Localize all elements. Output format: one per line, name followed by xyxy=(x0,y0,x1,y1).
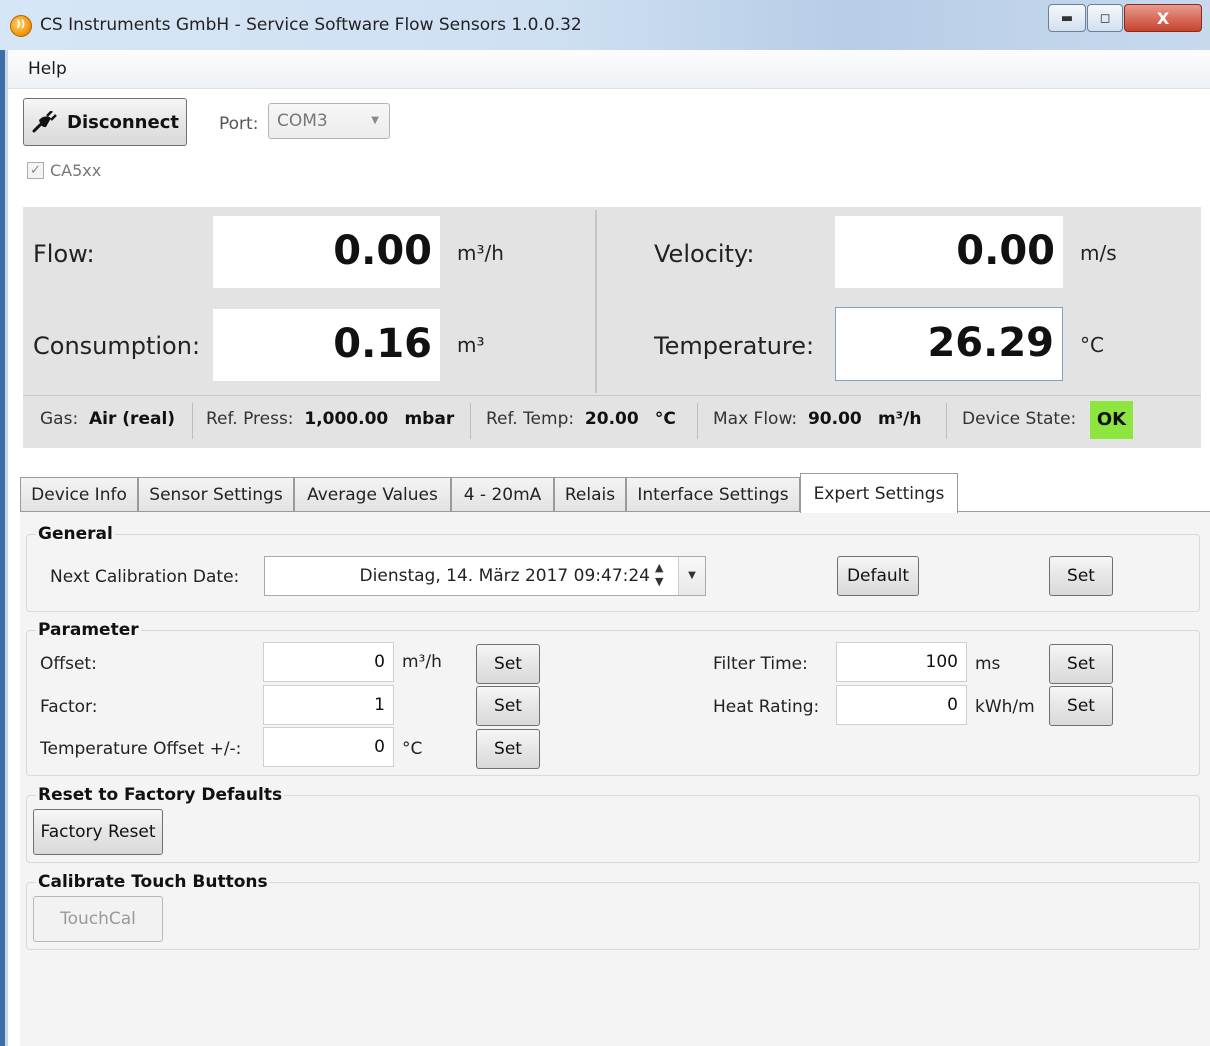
flow-label: Flow: xyxy=(33,240,95,268)
factor-input[interactable]: 1 xyxy=(263,685,394,725)
max-flow-value: 90.00 xyxy=(807,409,862,429)
offset-unit: m³/h xyxy=(402,652,442,672)
status-separator xyxy=(470,403,471,439)
tab-device-info[interactable]: Device Info xyxy=(20,477,138,511)
temperature-unit: °C xyxy=(1080,333,1104,357)
close-icon[interactable]: X xyxy=(1124,4,1202,32)
ref-press-status: Ref. Press: 1,000.00 mbar xyxy=(206,409,454,429)
status-separator xyxy=(946,403,947,439)
tab-relais[interactable]: Relais xyxy=(554,477,626,511)
velocity-unit: m/s xyxy=(1080,241,1117,265)
plug-icon xyxy=(32,111,57,133)
temperature-label: Temperature: xyxy=(654,332,815,360)
velocity-value: 0.00 xyxy=(835,216,1063,288)
heat-rating-unit: kWh/m xyxy=(975,697,1035,717)
ref-temp-status: Ref. Temp: 20.00 °C xyxy=(486,409,676,429)
port-label: Port: xyxy=(219,114,259,134)
set-heat-rating-button[interactable]: Set xyxy=(1049,686,1113,726)
default-button[interactable]: Default xyxy=(837,556,919,596)
ref-temp-unit: °C xyxy=(654,409,676,429)
heat-rating-input[interactable]: 0 xyxy=(836,685,967,725)
general-title: General xyxy=(36,524,115,544)
flow-value: 0.00 xyxy=(213,216,440,288)
flow-unit: m³/h xyxy=(457,241,504,265)
calendar-dropdown-icon[interactable]: ▼ xyxy=(678,557,705,595)
gas-label: Gas: xyxy=(40,409,79,429)
heat-rating-label: Heat Rating: xyxy=(713,697,820,717)
measurement-divider xyxy=(595,210,597,393)
gas-status: Gas: Air (real) xyxy=(40,409,175,429)
reset-group xyxy=(26,795,1200,863)
parameter-title: Parameter xyxy=(36,620,141,640)
factor-label: Factor: xyxy=(40,697,98,717)
device-state-badge: OK xyxy=(1090,401,1133,439)
app-logo-icon: )) xyxy=(10,15,32,37)
ref-press-value: 1,000.00 xyxy=(304,409,389,429)
temperature-offset-label: Temperature Offset +/-: xyxy=(40,739,242,759)
tab-sensor-settings[interactable]: Sensor Settings xyxy=(138,477,294,511)
set-filter-time-button[interactable]: Set xyxy=(1049,644,1113,684)
offset-input[interactable]: 0 xyxy=(263,642,394,682)
ca5xx-checkbox[interactable]: ✓ xyxy=(27,162,44,179)
factory-reset-button[interactable]: Factory Reset xyxy=(33,809,163,855)
filter-time-input[interactable]: 100 xyxy=(836,642,967,682)
next-calibration-date-picker[interactable]: Dienstag, 14. März 2017 09:47:24 ▲ ▼ ▼ xyxy=(264,556,706,596)
temperature-offset-input[interactable]: 0 xyxy=(263,727,394,767)
consumption-label: Consumption: xyxy=(33,332,201,360)
menu-bar: Help xyxy=(8,50,1210,89)
consumption-unit: m³ xyxy=(457,333,485,357)
ref-press-label: Ref. Press: xyxy=(206,409,294,429)
tab-interface-settings[interactable]: Interface Settings xyxy=(626,477,800,511)
filter-time-unit: ms xyxy=(975,654,1001,674)
touch-calibration-title: Calibrate Touch Buttons xyxy=(36,872,270,892)
window-left-border-inner xyxy=(5,50,8,1046)
port-value: COM3 xyxy=(277,111,328,131)
max-flow-status: Max Flow: 90.00 m³/h xyxy=(713,409,921,429)
reset-title: Reset to Factory Defaults xyxy=(36,785,285,805)
ref-press-unit: mbar xyxy=(404,409,455,429)
touchcal-button[interactable]: TouchCal xyxy=(33,896,163,942)
set-offset-button[interactable]: Set xyxy=(476,644,540,684)
filter-time-label: Filter Time: xyxy=(713,654,808,674)
tab-average-values[interactable]: Average Values xyxy=(294,477,451,511)
disconnect-button[interactable]: Disconnect xyxy=(23,98,187,146)
set-calibration-date-button[interactable]: Set xyxy=(1049,556,1113,596)
maximize-icon[interactable]: ◻ xyxy=(1087,4,1123,32)
next-calibration-value: Dienstag, 14. März 2017 09:47:24 xyxy=(359,566,650,586)
device-state-label: Device State: xyxy=(962,409,1077,429)
window-title: CS Instruments GmbH - Service Software F… xyxy=(40,15,582,35)
max-flow-label: Max Flow: xyxy=(713,409,798,429)
next-calibration-label: Next Calibration Date: xyxy=(50,567,240,587)
ref-temp-value: 20.00 xyxy=(584,409,639,429)
menu-item-help[interactable]: Help xyxy=(28,59,67,79)
offset-label: Offset: xyxy=(40,654,97,674)
max-flow-unit: m³/h xyxy=(877,409,922,429)
status-separator xyxy=(697,403,698,439)
disconnect-label: Disconnect xyxy=(67,111,179,133)
tab-4-20ma[interactable]: 4 - 20mA xyxy=(451,477,554,511)
tab-expert-settings[interactable]: Expert Settings xyxy=(800,473,958,513)
touch-calibration-group xyxy=(26,882,1200,950)
gas-value: Air (real) xyxy=(89,409,176,429)
consumption-value: 0.16 xyxy=(213,309,440,381)
temperature-offset-unit: °C xyxy=(402,739,423,759)
chevron-down-icon: ▼ xyxy=(371,115,379,126)
set-factor-button[interactable]: Set xyxy=(476,686,540,726)
velocity-label: Velocity: xyxy=(654,240,755,268)
set-temperature-offset-button[interactable]: Set xyxy=(476,729,540,769)
status-separator xyxy=(192,403,193,439)
ca5xx-checkbox-label: CA5xx xyxy=(50,161,102,180)
spinner-icon[interactable]: ▲ ▼ xyxy=(655,561,663,589)
temperature-value: 26.29 xyxy=(835,307,1063,381)
port-select[interactable]: COM3 ▼ xyxy=(268,103,390,139)
ref-temp-label: Ref. Temp: xyxy=(486,409,575,429)
minimize-icon[interactable]: ▬ xyxy=(1048,4,1086,32)
